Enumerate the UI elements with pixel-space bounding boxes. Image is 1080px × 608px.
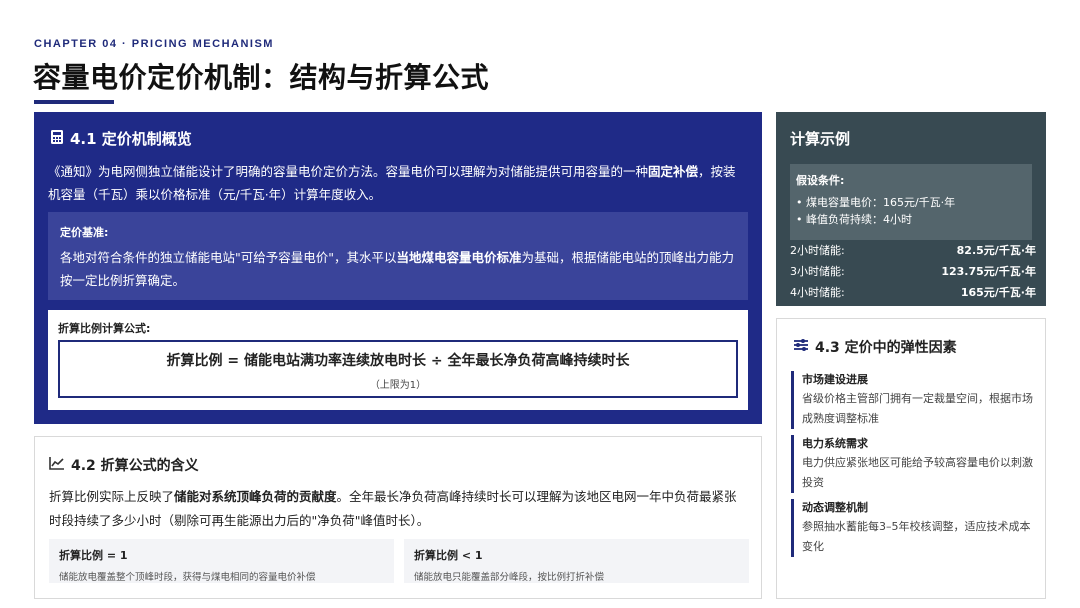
pricing-basis-title: 定价基准:: [60, 226, 109, 239]
factor-desc: 省级价格主管部门拥有一定裁量空间，根据市场成熟度调整标准: [802, 392, 1033, 425]
example-row-label: 3小时储能:: [790, 265, 845, 278]
ratio-case-title: 折算比例 < 1: [414, 549, 483, 562]
line-chart-icon: [49, 456, 65, 474]
ratio-case-desc: 储能放电只能覆盖部分峰段，按比例打折补偿: [414, 572, 605, 583]
assumptions-box: 假设条件: • 煤电容量电价：165元/千瓦·年 • 峰值负荷持续：4小时: [790, 164, 1032, 240]
pricing-basis-text: 各地对符合条件的独立储能电站"可给予容量电价"，其水平以当地煤电容量电价标准为基…: [60, 250, 735, 288]
formula-text: 折算比例 = 储能电站满功率连续放电时长 ÷ 全年最长净负荷高峰持续时长: [166, 353, 630, 369]
title-underline: [34, 100, 114, 104]
factor-title: 电力系统需求: [802, 437, 868, 450]
calculation-example-panel: 计算示例 假设条件: • 煤电容量电价：165元/千瓦·年 • 峰值负荷持续：4…: [776, 112, 1046, 306]
ratio-case-full: 折算比例 = 1 储能放电覆盖整个顶峰时段，获得与煤电相同的容量电价补偿: [49, 539, 394, 583]
example-row-label: 4小时储能:: [790, 286, 845, 299]
section-4-2-text: 折算比例实际上反映了储能对系统顶峰负荷的贡献度。全年最长净负荷高峰持续时长可以理…: [49, 489, 737, 528]
formula-label: 折算比例计算公式:: [58, 322, 151, 335]
section-4-1-intro: 《通知》为电网侧独立储能设计了明确的容量电价定价方法。容量电价可以理解为对储能提…: [48, 164, 736, 202]
example-row-label: 2小时储能:: [790, 244, 845, 257]
section-4-3-header: 4.3 定价中的弹性因素: [793, 337, 957, 357]
flex-factor-demand: 电力系统需求 电力供应紧张地区可能给予较高容量电价以刺激投资: [791, 435, 1035, 493]
assumption-item: • 煤电容量电价：165元/千瓦·年: [796, 196, 956, 209]
pricing-basis-box: 定价基准: 各地对符合条件的独立储能电站"可给予容量电价"，其水平以当地煤电容量…: [48, 212, 748, 300]
section-4-1-header: 4.1 定价机制概览: [50, 128, 192, 149]
flex-factor-dynamic: 动态调整机制 参照抽水蓄能每3–5年校核调整，适应技术成本变化: [791, 499, 1035, 557]
example-row-value: 82.5元/千瓦·年: [956, 244, 1036, 257]
section-4-2-panel: 4.2 折算公式的含义 折算比例实际上反映了储能对系统顶峰负荷的贡献度。全年最长…: [34, 436, 762, 599]
ratio-cases: 折算比例 = 1 储能放电覆盖整个顶峰时段，获得与煤电相同的容量电价补偿 折算比…: [49, 539, 749, 583]
section-4-3-title: 4.3 定价中的弹性因素: [815, 340, 957, 356]
ratio-case-partial: 折算比例 < 1 储能放电只能覆盖部分峰段，按比例打折补偿: [404, 539, 749, 583]
factor-desc: 电力供应紧张地区可能给予较高容量电价以刺激投资: [802, 456, 1033, 489]
section-4-2-header: 4.2 折算公式的含义: [49, 455, 199, 475]
formula-card: 折算比例计算公式: 折算比例 = 储能电站满功率连续放电时长 ÷ 全年最长净负荷…: [48, 310, 748, 410]
factor-desc: 参照抽水蓄能每3–5年校核调整，适应技术成本变化: [802, 520, 1031, 553]
ratio-case-desc: 储能放电覆盖整个顶峰时段，获得与煤电相同的容量电价补偿: [59, 572, 316, 583]
assumptions-title: 假设条件:: [796, 174, 845, 187]
example-row: 2小时储能: 82.5元/千瓦·年: [790, 242, 1036, 258]
flex-factor-market: 市场建设进展 省级价格主管部门拥有一定裁量空间，根据市场成熟度调整标准: [791, 371, 1035, 429]
section-4-3-panel: 4.3 定价中的弹性因素 市场建设进展 省级价格主管部门拥有一定裁量空间，根据市…: [776, 318, 1046, 599]
example-row: 3小时储能: 123.75元/千瓦·年: [790, 263, 1036, 279]
example-row: 4小时储能: 165元/千瓦·年: [790, 284, 1036, 300]
chapter-label: CHAPTER 04 · PRICING MECHANISM: [34, 38, 274, 50]
factor-title: 动态调整机制: [802, 501, 868, 514]
example-row-value: 123.75元/千瓦·年: [941, 265, 1036, 278]
example-title: 计算示例: [790, 130, 851, 148]
formula-box: 折算比例 = 储能电站满功率连续放电时长 ÷ 全年最长净负荷高峰持续时长 （上限…: [58, 340, 738, 398]
sliders-icon: [793, 338, 809, 356]
section-4-1-title: 4.1 定价机制概览: [70, 130, 192, 148]
page-title: 容量电价定价机制：结构与折算公式: [33, 61, 490, 94]
factor-title: 市场建设进展: [802, 373, 868, 386]
section-4-2-title: 4.2 折算公式的含义: [71, 458, 199, 474]
assumption-item: • 峰值负荷持续：4小时: [796, 213, 912, 226]
example-row-value: 165元/千瓦·年: [960, 286, 1036, 299]
ratio-case-title: 折算比例 = 1: [59, 549, 128, 562]
formula-note: （上限为1）: [369, 380, 427, 391]
calculator-icon: [50, 129, 64, 149]
section-4-1-panel: 4.1 定价机制概览 《通知》为电网侧独立储能设计了明确的容量电价定价方法。容量…: [34, 112, 762, 424]
